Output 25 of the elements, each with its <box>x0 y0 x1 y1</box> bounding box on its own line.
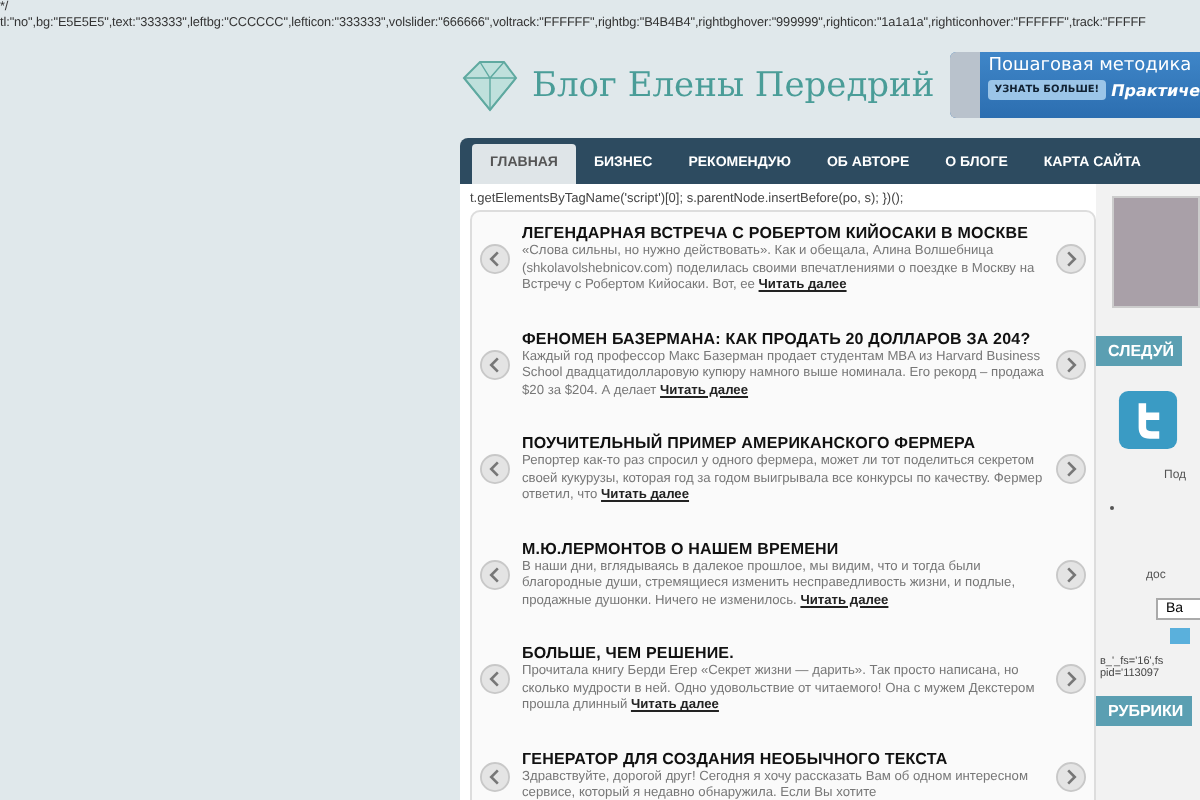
chevron-right-icon[interactable] <box>1056 664 1086 695</box>
chevron-left-icon[interactable] <box>480 349 510 380</box>
section-heading: РУБРИКИ <box>1096 696 1192 726</box>
section-heading: СЛЕДУЙ <box>1096 336 1183 366</box>
post-title[interactable]: БОЛЬШЕ, ЧЕМ РЕШЕНИЕ. <box>522 644 1044 662</box>
post-title[interactable]: ФЕНОМЕН БАЗЕРМАНА: КАК ПРОДАТЬ 20 ДОЛЛАРОВ ЗА 204? <box>522 329 1044 347</box>
chevron-right-icon[interactable] <box>1056 454 1086 485</box>
chevron-left-icon[interactable] <box>480 244 510 275</box>
chevron-left-icon[interactable] <box>480 454 510 485</box>
chevron-right-icon[interactable] <box>1056 559 1086 590</box>
banner-tagline: Практиче <box>1111 81 1200 99</box>
post-title[interactable]: ГЕНЕРАТОР ДЛЯ СОЗДАНИЯ НЕОБЫЧНОГО ТЕКСТА <box>522 749 1044 767</box>
chevron-right-icon[interactable] <box>1056 761 1086 791</box>
chevron-left-icon[interactable] <box>480 559 510 590</box>
chevron-left-icon[interactable] <box>480 664 510 695</box>
photo-placeholder <box>1112 196 1200 308</box>
chevron-right-icon[interactable] <box>1056 349 1086 380</box>
post-title[interactable]: ПОУЧИТЕЛЬНЫЙ ПРИМЕР АМЕРИКАНСКОГО ФЕРМЕРА <box>522 434 1044 452</box>
photo-placeholder <box>950 52 981 118</box>
banner-headline: Пошаговая методика <box>988 56 1194 76</box>
post-title[interactable]: М.Ю.ЛЕРМОНТОВ О НАШЕМ ВРЕМЕНИ <box>522 539 1044 557</box>
chevron-right-icon[interactable] <box>1056 244 1086 275</box>
chevron-left-icon[interactable] <box>480 761 510 791</box>
post-title[interactable]: ЛЕГЕНДАРНАЯ ВСТРЕЧА С РОБЕРТОМ КИЙОСАКИ В МОСКВЕ <box>522 224 1044 242</box>
diamond-icon <box>460 57 520 113</box>
